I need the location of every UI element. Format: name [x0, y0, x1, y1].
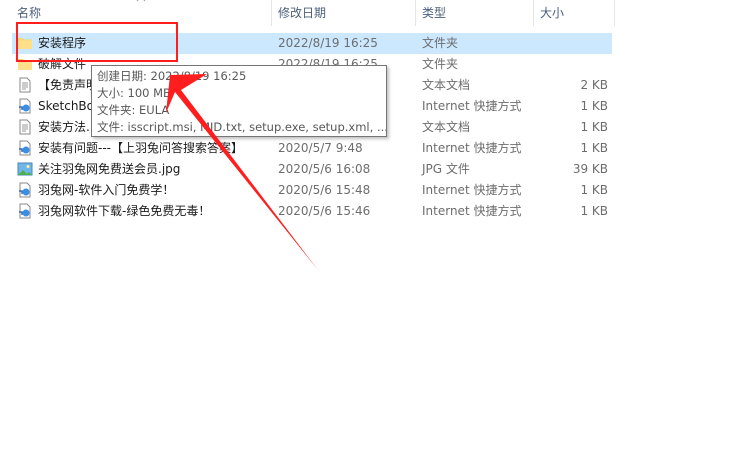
internet-shortcut-icon [19, 98, 31, 114]
file-name: 【免责声明 [38, 78, 99, 92]
file-name: 安装方法. [38, 120, 90, 134]
file-type: JPG 文件 [422, 162, 470, 176]
folder-info-tooltip: 创建日期: 2022/8/19 16:25 大小: 100 MB 文件夹: EU… [91, 65, 387, 137]
file-size: 1 KB [580, 141, 608, 155]
file-size: 1 KB [580, 99, 608, 113]
file-name: SketchBo [38, 99, 95, 113]
annotation-highlight-box [16, 22, 178, 62]
tooltip-size: 大小: 100 MB [97, 86, 171, 100]
file-size: 1 KB [580, 120, 608, 134]
internet-shortcut-icon [19, 182, 31, 198]
file-row-learn-link[interactable]: 羽兔网-软件入门免费学！ 2020/5/6 15:48 Internet 快捷方… [0, 180, 738, 201]
file-row-follow-jpg[interactable]: 关注羽兔网免费送会员.jpg 2020/5/6 16:08 JPG 文件 39 … [0, 159, 738, 180]
file-row-install-question-link[interactable]: 安装有问题---【上羽兔问答搜索答案】 2020/5/7 9:48 Intern… [0, 138, 738, 159]
file-size: 39 KB [572, 162, 608, 176]
tooltip-folders: 文件夹: EULA [97, 103, 170, 117]
file-name: 关注羽兔网免费送会员.jpg [38, 162, 181, 176]
file-row-download-link[interactable]: 羽兔网软件下载-绿色免费无毒！ 2020/5/6 15:46 Internet … [0, 201, 738, 222]
text-document-icon [19, 119, 31, 135]
file-size: 1 KB [580, 204, 608, 218]
column-header-size[interactable]: 大小 [540, 0, 564, 26]
file-size: 2 KB [580, 78, 608, 92]
file-type: 文件夹 [422, 36, 459, 50]
internet-shortcut-icon [19, 203, 31, 219]
sort-ascending-icon [136, 0, 146, 2]
file-name: 羽兔网软件下载-绿色免费无毒！ [38, 204, 211, 218]
file-size: 1 KB [580, 183, 608, 197]
file-date: 2022/8/19 16:25 [278, 36, 378, 50]
file-size [540, 33, 608, 54]
file-date: 2020/5/7 9:48 [278, 141, 363, 155]
file-type: 文本文档 [422, 120, 471, 134]
image-file-icon [17, 162, 33, 176]
file-size [540, 54, 608, 75]
file-type: Internet 快捷方式 [422, 141, 522, 155]
internet-shortcut-icon [19, 140, 31, 156]
file-type: Internet 快捷方式 [422, 204, 522, 218]
file-type: 文件夹 [422, 57, 459, 71]
column-divider[interactable] [271, 0, 272, 26]
file-name: 安装有问题---【上羽兔问答搜索答案】 [38, 141, 243, 155]
file-type: Internet 快捷方式 [422, 183, 522, 197]
file-type: Internet 快捷方式 [422, 99, 522, 113]
column-divider[interactable] [415, 0, 416, 26]
tooltip-created-date: 创建日期: 2022/8/19 16:25 [97, 69, 247, 83]
tooltip-files: 文件: isscript.msi, MID.txt, setup.exe, se… [97, 120, 387, 134]
column-header-type[interactable]: 类型 [422, 0, 446, 26]
file-type: 文本文档 [422, 78, 471, 92]
column-divider[interactable] [614, 0, 615, 26]
text-document-icon [19, 77, 31, 93]
file-date: 2020/5/6 15:48 [278, 183, 371, 197]
column-divider[interactable] [533, 0, 534, 26]
file-date: 2020/5/6 15:46 [278, 204, 371, 218]
file-name: 羽兔网-软件入门免费学！ [38, 183, 175, 197]
file-date: 2020/5/6 16:08 [278, 162, 371, 176]
column-header-date[interactable]: 修改日期 [278, 0, 326, 26]
